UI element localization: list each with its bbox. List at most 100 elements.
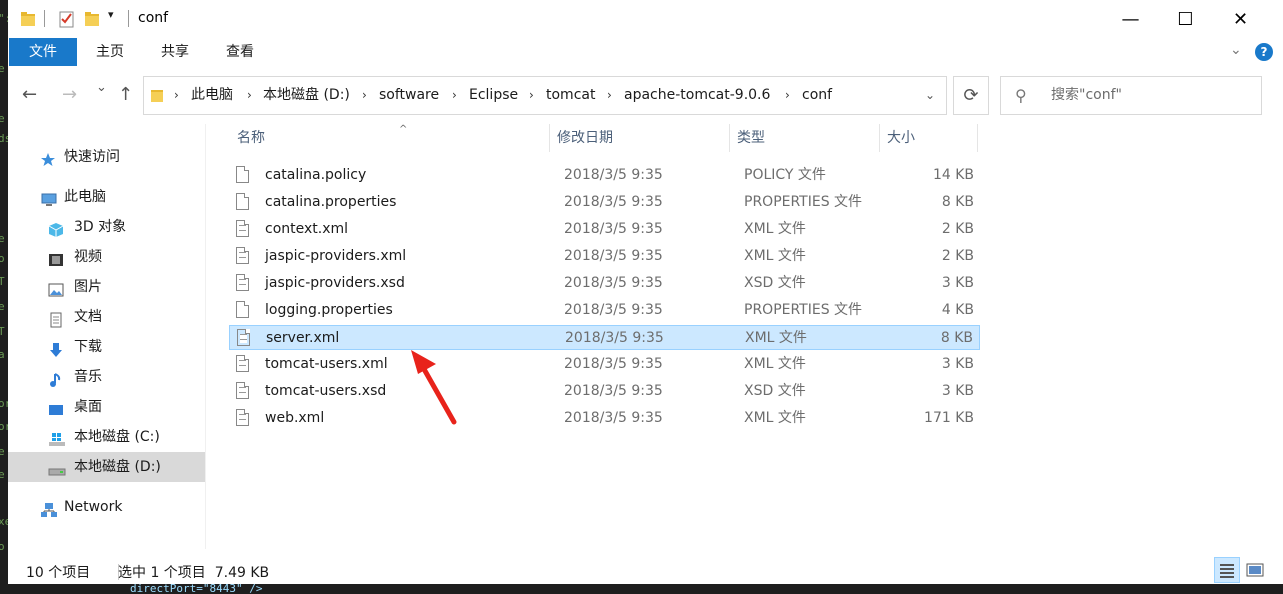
- file-row[interactable]: catalina.properties 2018/3/5 9:35 PROPERTI…: [229, 190, 980, 215]
- star-icon: [40, 149, 56, 166]
- minimize-button[interactable]: —: [1103, 0, 1158, 38]
- breadcrumb-apache-tomcat[interactable]: apache-tomcat-9.0.6: [624, 77, 770, 114]
- sidebar-item-label: 音乐: [74, 369, 102, 385]
- column-header-date[interactable]: 修改日期: [549, 124, 730, 152]
- sidebar-item-label: 图片: [74, 279, 102, 295]
- file-type: PROPERTIES 文件: [744, 194, 863, 210]
- breadcrumb-separator[interactable]: ›: [452, 77, 457, 114]
- file-size: 171 KB: [924, 410, 974, 426]
- tab-home[interactable]: 主页: [82, 38, 138, 66]
- breadcrumb-software[interactable]: software: [379, 77, 439, 114]
- background-editor-strip: directPort="8443" />: [0, 584, 1283, 594]
- maximize-button[interactable]: ☐: [1158, 0, 1213, 38]
- file-row[interactable]: tomcat-users.xml 2018/3/5 9:35 XML 文件 3 KB: [229, 352, 980, 377]
- file-row[interactable]: logging.properties 2018/3/5 9:35 PROPERTIE…: [229, 298, 980, 323]
- forward-button[interactable]: →: [62, 84, 77, 105]
- status-item-count: 10 个项目: [26, 565, 91, 581]
- file-icon: [236, 193, 249, 210]
- large-icons-view-button[interactable]: [1242, 557, 1268, 583]
- column-header-type[interactable]: 类型: [729, 124, 880, 152]
- up-button[interactable]: ↑: [118, 84, 133, 105]
- breadcrumb-eclipse[interactable]: Eclipse: [469, 77, 518, 114]
- drive-icon: [48, 459, 66, 476]
- close-button[interactable]: ✕: [1213, 0, 1268, 38]
- tab-file[interactable]: 文件: [9, 38, 77, 66]
- file-date: 2018/3/5 9:35: [564, 194, 663, 210]
- file-name: jaspic-providers.xsd: [265, 275, 405, 291]
- column-header-name[interactable]: 名称 ^: [229, 124, 550, 152]
- file-name: context.xml: [265, 221, 349, 237]
- sidebar-item[interactable]: 音乐: [8, 362, 205, 392]
- sidebar-item[interactable]: 本地磁盘 (D:): [8, 452, 205, 482]
- sidebar-item[interactable]: 桌面: [8, 392, 205, 422]
- file-row[interactable]: jaspic-providers.xsd 2018/3/5 9:35 XSD 文件 3…: [229, 271, 980, 296]
- file-type: XML 文件: [745, 330, 807, 346]
- file-row[interactable]: context.xml 2018/3/5 9:35 XML 文件 2 KB: [229, 217, 980, 242]
- file-name: logging.properties: [265, 302, 393, 318]
- sidebar-item-label: 视频: [74, 249, 102, 265]
- file-size: 8 KB: [941, 194, 974, 210]
- breadcrumb-separator[interactable]: ›: [174, 77, 179, 114]
- sidebar-item[interactable]: 3D 对象: [8, 212, 205, 242]
- customize-toolbar-icon[interactable]: ▾: [108, 8, 114, 28]
- search-input[interactable]: ⚲ 搜索"conf": [1000, 76, 1262, 115]
- column-header-label: 类型: [737, 130, 765, 146]
- tab-view[interactable]: 查看: [212, 38, 268, 66]
- file-date: 2018/3/5 9:35: [564, 356, 663, 372]
- breadcrumb-separator[interactable]: ›: [362, 77, 367, 114]
- recent-locations-button[interactable]: ⌄: [96, 80, 107, 95]
- breadcrumb-separator[interactable]: ›: [247, 77, 252, 114]
- folder-icon: [151, 90, 163, 102]
- file-size: 2 KB: [941, 248, 974, 264]
- file-row[interactable]: server.xml 2018/3/5 9:35 XML 文件 8 KB: [229, 325, 980, 350]
- address-bar[interactable]: › 此电脑 › 本地磁盘 (D:) › software › Eclipse ›…: [143, 76, 947, 115]
- file-row[interactable]: tomcat-users.xsd 2018/3/5 9:35 XSD 文件 3 KB: [229, 379, 980, 404]
- music-icon: [48, 369, 64, 387]
- tab-share[interactable]: 共享: [147, 38, 203, 66]
- chevron-down-icon[interactable]: ⌄: [914, 77, 946, 114]
- refresh-button[interactable]: ⟳: [953, 76, 989, 115]
- search-icon: ⚲: [1015, 86, 1027, 105]
- sidebar-item[interactable]: 视频: [8, 242, 205, 272]
- folder-icon: [21, 12, 35, 26]
- file-date: 2018/3/5 9:35: [564, 410, 663, 426]
- file-row[interactable]: catalina.policy 2018/3/5 9:35 POLICY 文件 14 …: [229, 163, 980, 188]
- sidebar-item[interactable]: 本地磁盘 (C:): [8, 422, 205, 452]
- breadcrumb-separator[interactable]: ›: [607, 77, 612, 114]
- column-header-size[interactable]: 大小: [879, 124, 978, 152]
- status-selection: 选中 1 个项目 7.49 KB: [118, 565, 270, 581]
- sidebar-item[interactable]: 图片: [8, 272, 205, 302]
- details-view-button[interactable]: [1214, 557, 1240, 583]
- sidebar-item[interactable]: 下载: [8, 332, 205, 362]
- file-row[interactable]: web.xml 2018/3/5 9:35 XML 文件 171 KB: [229, 406, 980, 431]
- breadcrumb-separator[interactable]: ›: [785, 77, 790, 114]
- search-placeholder: 搜索"conf": [1051, 87, 1122, 103]
- sidebar-item[interactable]: 快速访问: [8, 142, 205, 172]
- pane-splitter[interactable]: [205, 124, 206, 549]
- breadcrumb-drive-d[interactable]: 本地磁盘 (D:): [263, 77, 350, 114]
- sidebar-item[interactable]: 此电脑: [8, 182, 205, 212]
- sidebar-item[interactable]: Network: [8, 492, 205, 522]
- file-date: 2018/3/5 9:35: [564, 167, 663, 183]
- file-row[interactable]: jaspic-providers.xml 2018/3/5 9:35 XML 文件 2…: [229, 244, 980, 269]
- navigation-pane: 快速访问此电脑 3D 对象视频图片文档 下载音乐桌面本地磁盘 (C:) 本地磁盘 (D…: [8, 124, 205, 549]
- file-date: 2018/3/5 9:35: [564, 383, 663, 399]
- breadcrumb-tomcat[interactable]: tomcat: [546, 77, 595, 114]
- file-type: XML 文件: [744, 410, 806, 426]
- new-folder-icon[interactable]: [84, 9, 100, 29]
- back-button[interactable]: ←: [22, 84, 37, 105]
- column-header-label: 修改日期: [557, 130, 613, 146]
- sidebar-item[interactable]: 文档: [8, 302, 205, 332]
- breadcrumb-this-pc[interactable]: 此电脑: [191, 77, 233, 114]
- status-bar: 10 个项目 选中 1 个项目 7.49 KB: [8, 557, 1283, 584]
- file-icon: [236, 247, 249, 264]
- properties-icon[interactable]: [58, 9, 76, 29]
- sidebar-item-label: 本地磁盘 (C:): [74, 429, 160, 445]
- toolbar-separator: [44, 10, 45, 27]
- sidebar-item-label: 本地磁盘 (D:): [74, 459, 161, 475]
- ribbon-tabs: 文件 主页 共享 查看 ⌄ ?: [8, 38, 1283, 67]
- breadcrumb-separator[interactable]: ›: [529, 77, 534, 114]
- breadcrumb-conf[interactable]: conf: [802, 77, 832, 114]
- help-icon[interactable]: ?: [1255, 43, 1273, 61]
- chevron-down-icon[interactable]: ⌄: [1230, 42, 1242, 58]
